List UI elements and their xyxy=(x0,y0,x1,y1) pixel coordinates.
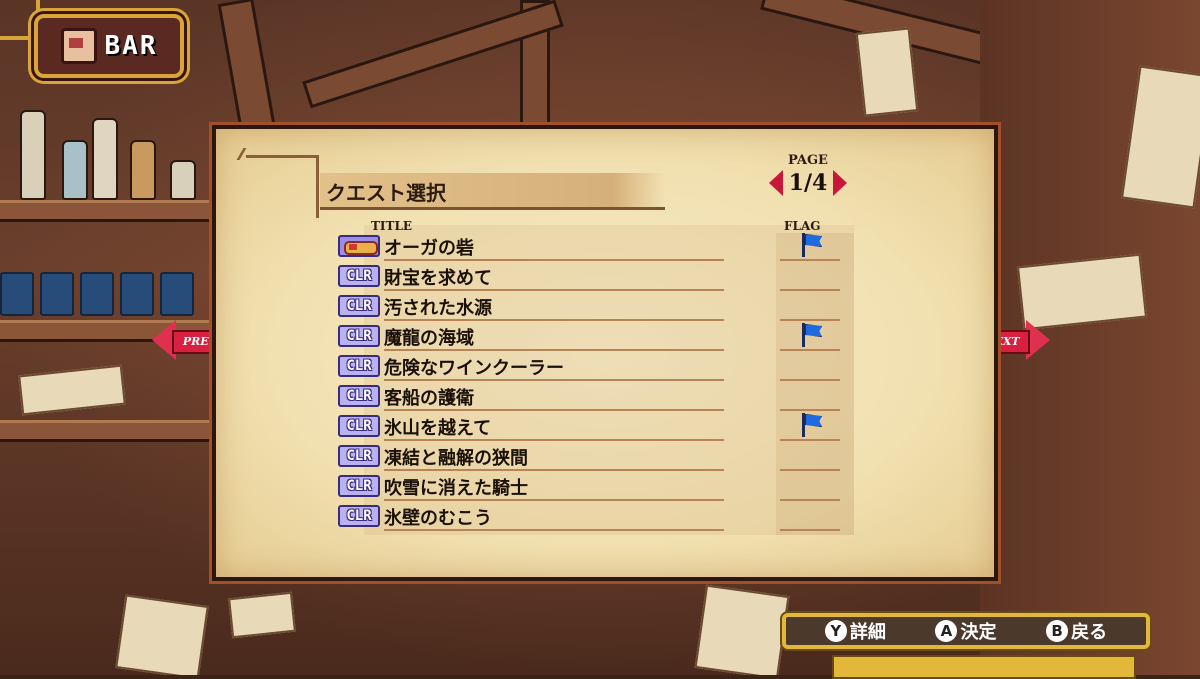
welcome-poster xyxy=(115,594,209,675)
quest-title: 吹雪に消えた騎士 xyxy=(384,478,528,499)
quest-row[interactable]: CLR 氷山を越えて xyxy=(338,413,858,443)
quest-title: 財宝を求めて xyxy=(384,268,492,289)
clear-badge: CLR xyxy=(338,325,380,347)
quest-row[interactable]: CLR 吹雪に消えた騎士 xyxy=(338,473,858,503)
quest-title: 凍結と融解の狭間 xyxy=(384,448,528,469)
clear-badge: CLR xyxy=(338,415,380,437)
blue-flag-icon xyxy=(800,323,822,347)
clear-badge: CLR xyxy=(338,385,380,407)
can xyxy=(40,272,74,316)
control-hint-label: 戻る xyxy=(1071,622,1108,643)
flag-divider xyxy=(780,439,840,441)
quest-row[interactable]: CLR 客船の護衛 xyxy=(338,383,858,413)
quest-list: オーガの砦 CLR 財宝を求めて CLR 汚された水源 CLR 魔龍の海域 CLR 危険なワイン… xyxy=(338,233,858,533)
clear-badge: CLR xyxy=(338,505,380,527)
bottle xyxy=(130,140,156,200)
quest-row[interactable]: オーガの砦 xyxy=(338,233,858,263)
can xyxy=(160,272,194,316)
button-a-icon: A xyxy=(935,620,958,642)
row-divider xyxy=(384,439,724,441)
quest-title: 氷山を越えて xyxy=(384,418,492,439)
control-hint-label: 決定 xyxy=(960,622,997,643)
row-divider xyxy=(384,529,724,531)
panel-title: クエスト選択 xyxy=(326,181,446,205)
location-label: BAR xyxy=(104,31,158,61)
clear-badge: CLR xyxy=(338,295,380,317)
flag-divider xyxy=(780,499,840,501)
quest-title: オーガの砦 xyxy=(384,238,474,259)
location-badge: BAR xyxy=(34,14,184,78)
control-hints-bar: Y 詳細 A 決定 B 戻る xyxy=(782,613,1150,649)
row-divider xyxy=(384,349,724,351)
quest-row[interactable]: CLR 危険なワインクーラー xyxy=(338,353,858,383)
quest-row[interactable]: CLR 汚された水源 xyxy=(338,293,858,323)
bottle xyxy=(62,140,88,200)
page-label: PAGE xyxy=(788,153,828,168)
quest-title: 危険なワインクーラー xyxy=(384,358,564,379)
control-hint[interactable]: B 戻る xyxy=(1046,618,1107,644)
row-divider xyxy=(384,409,724,411)
row-divider xyxy=(384,499,724,501)
quest-row[interactable]: CLR 凍結と融解の狭間 xyxy=(338,443,858,473)
wall-notice xyxy=(855,27,919,117)
column-header-flag: FLAG xyxy=(784,219,821,233)
row-divider xyxy=(384,469,724,471)
bottle xyxy=(92,118,118,200)
button-y-icon: Y xyxy=(824,620,847,642)
flag-divider xyxy=(780,289,840,291)
bar-building-icon xyxy=(60,28,97,64)
bottle xyxy=(20,110,46,200)
scroll-icon xyxy=(344,241,378,255)
quest-title: 汚された水源 xyxy=(384,298,492,319)
shelf xyxy=(0,200,210,222)
blue-flag-icon xyxy=(800,413,822,437)
row-divider xyxy=(384,379,724,381)
flag-divider xyxy=(780,259,840,261)
new-quest-badge xyxy=(338,235,380,257)
row-divider xyxy=(384,289,724,291)
clear-badge: CLR xyxy=(338,445,380,467)
page-value: 1/4 xyxy=(788,170,828,196)
wall-notice xyxy=(1016,253,1148,331)
row-divider xyxy=(384,259,724,261)
quest-title: 魔龍の海域 xyxy=(384,328,474,349)
flag-divider xyxy=(780,469,840,471)
clear-badge: CLR xyxy=(338,475,380,497)
quest-title: 氷壁のむこう xyxy=(384,508,492,529)
clear-badge: CLR xyxy=(338,355,380,377)
blue-flag-icon xyxy=(800,233,822,257)
flag-divider xyxy=(780,379,840,381)
quest-row[interactable]: CLR 氷壁のむこう xyxy=(338,503,858,533)
page-next-arrow-icon[interactable] xyxy=(833,170,848,196)
can xyxy=(80,272,114,316)
can xyxy=(120,272,154,316)
saloon-crate xyxy=(18,364,126,416)
page-prev-arrow-icon[interactable] xyxy=(768,170,783,196)
flag-divider xyxy=(780,409,840,411)
bottle xyxy=(170,160,196,200)
can xyxy=(0,272,34,316)
quest-title: 客船の護衛 xyxy=(384,388,474,409)
page-indicator: PAGE 1/4 xyxy=(758,153,858,196)
wanted-poster xyxy=(694,584,790,675)
quest-row[interactable]: CLR 魔龍の海域 xyxy=(338,323,858,353)
price-tag xyxy=(228,591,296,639)
shelf xyxy=(0,420,210,442)
heading-ornament xyxy=(246,155,319,218)
flag-divider xyxy=(780,529,840,531)
flag-divider xyxy=(780,319,840,321)
control-hint-label: 詳細 xyxy=(849,622,886,643)
button-b-icon: B xyxy=(1046,620,1069,642)
row-divider xyxy=(384,319,724,321)
control-hint[interactable]: Y 詳細 xyxy=(824,618,886,644)
clear-badge: CLR xyxy=(338,265,380,287)
flag-divider xyxy=(780,349,840,351)
control-hint[interactable]: A 決定 xyxy=(935,618,996,644)
quest-select-panel: クエスト選択 PAGE 1/4 TITLE FLAG オーガの砦 CLR 財宝を求め… xyxy=(212,125,998,581)
hints-base xyxy=(832,655,1136,679)
quest-row[interactable]: CLR 財宝を求めて xyxy=(338,263,858,293)
column-header-title: TITLE xyxy=(371,219,413,233)
